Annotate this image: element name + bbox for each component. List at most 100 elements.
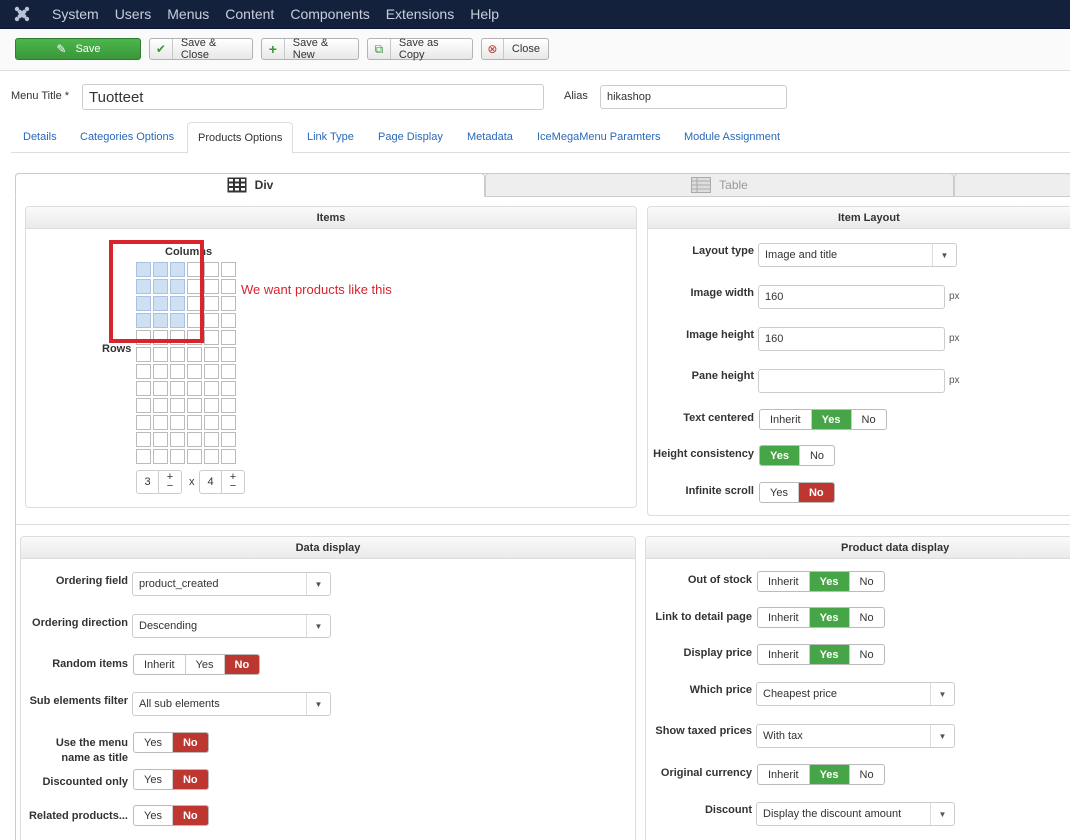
layout-tab-table[interactable]: Table <box>485 173 954 197</box>
grid-cell[interactable] <box>170 381 185 396</box>
grid-cell[interactable] <box>221 449 236 464</box>
tab-link-type[interactable]: Link Type <box>307 122 354 153</box>
show-taxed-select[interactable]: With tax ▼ <box>756 724 955 748</box>
tab-page-display[interactable]: Page Display <box>378 122 443 153</box>
tab-icemegamenu[interactable]: IceMegaMenu Paramters <box>537 122 661 153</box>
grid-cell[interactable] <box>204 296 219 311</box>
grid-cell[interactable] <box>153 432 168 447</box>
grid-cell[interactable] <box>187 347 202 362</box>
grid-cell[interactable] <box>221 262 236 277</box>
grid-cell[interactable] <box>153 415 168 430</box>
joomla-logo-icon[interactable] <box>0 0 44 29</box>
grid-cell[interactable] <box>204 330 219 345</box>
menu-title-input[interactable]: Tuotteet <box>82 84 544 110</box>
grid-cell[interactable] <box>136 415 151 430</box>
nav-extensions[interactable]: Extensions <box>378 0 462 29</box>
grid-cell[interactable] <box>221 313 236 328</box>
menu-name-toggle[interactable]: Yes No <box>133 732 209 753</box>
grid-cell[interactable] <box>221 279 236 294</box>
grid-cell[interactable] <box>136 364 151 379</box>
grid-cell[interactable] <box>204 415 219 430</box>
rows-stepper[interactable]: 4 + − <box>199 470 245 494</box>
which-price-select[interactable]: Cheapest price ▼ <box>756 682 955 706</box>
grid-cell[interactable] <box>204 398 219 413</box>
grid-cell[interactable] <box>170 364 185 379</box>
tab-products-options[interactable]: Products Options <box>187 122 294 154</box>
grid-cell[interactable] <box>204 381 219 396</box>
height-consistency-toggle[interactable]: Yes No <box>759 445 836 466</box>
nav-components[interactable]: Components <box>282 0 377 29</box>
grid-cell[interactable] <box>204 279 219 294</box>
save-copy-button[interactable]: ⧉ Save as Copy <box>367 37 473 61</box>
close-button[interactable]: ⊗ Close <box>481 38 549 60</box>
link-detail-toggle[interactable]: Inherit Yes No <box>757 607 885 628</box>
grid-cell[interactable] <box>204 262 219 277</box>
infinite-scroll-toggle[interactable]: Yes No <box>759 482 835 503</box>
nav-system[interactable]: System <box>44 0 107 29</box>
grid-cell[interactable] <box>221 381 236 396</box>
grid-cell[interactable] <box>136 347 151 362</box>
layout-tab-extra[interactable] <box>954 173 1070 197</box>
grid-cell[interactable] <box>187 432 202 447</box>
layout-tab-div[interactable]: Div <box>15 173 485 197</box>
ordering-field-select[interactable]: product_created ▼ <box>132 572 331 596</box>
grid-cell[interactable] <box>187 415 202 430</box>
out-of-stock-toggle[interactable]: Inherit Yes No <box>757 571 885 592</box>
grid-cell[interactable] <box>204 347 219 362</box>
image-height-input[interactable]: 160 <box>758 327 945 351</box>
related-products-toggle[interactable]: Yes No <box>133 805 209 826</box>
tab-categories-options[interactable]: Categories Options <box>80 122 174 153</box>
grid-cell[interactable] <box>170 415 185 430</box>
display-price-toggle[interactable]: Inherit Yes No <box>757 644 885 665</box>
plus-minus-icon[interactable]: + − <box>222 471 244 493</box>
grid-cell[interactable] <box>170 449 185 464</box>
layout-type-select[interactable]: Image and title ▼ <box>758 243 957 267</box>
grid-cell[interactable] <box>221 296 236 311</box>
tab-details[interactable]: Details <box>23 122 57 153</box>
grid-cell[interactable] <box>204 449 219 464</box>
grid-cell[interactable] <box>187 364 202 379</box>
grid-cell[interactable] <box>136 398 151 413</box>
random-items-toggle[interactable]: Inherit Yes No <box>133 654 261 675</box>
grid-cell[interactable] <box>153 347 168 362</box>
grid-cell[interactable] <box>136 432 151 447</box>
grid-cell[interactable] <box>221 415 236 430</box>
pane-height-input[interactable] <box>758 369 945 393</box>
image-width-input[interactable]: 160 <box>758 285 945 309</box>
grid-cell[interactable] <box>187 381 202 396</box>
grid-cell[interactable] <box>221 432 236 447</box>
alias-input[interactable]: hikashop <box>600 85 787 109</box>
grid-cell[interactable] <box>153 398 168 413</box>
discounted-only-toggle[interactable]: Yes No <box>133 769 209 790</box>
columns-stepper[interactable]: 3 + − <box>136 470 182 494</box>
grid-cell[interactable] <box>204 313 219 328</box>
save-button[interactable]: ✎ Save <box>15 38 141 60</box>
grid-cell[interactable] <box>136 449 151 464</box>
grid-cell[interactable] <box>221 398 236 413</box>
grid-cell[interactable] <box>153 364 168 379</box>
tab-metadata[interactable]: Metadata <box>467 122 513 153</box>
grid-cell[interactable] <box>153 381 168 396</box>
nav-menus[interactable]: Menus <box>159 0 217 29</box>
grid-cell[interactable] <box>204 364 219 379</box>
save-close-button[interactable]: ✔ Save & Close <box>149 37 253 61</box>
sub-elements-select[interactable]: All sub elements ▼ <box>132 692 331 716</box>
grid-cell[interactable] <box>170 432 185 447</box>
grid-cell[interactable] <box>136 381 151 396</box>
grid-cell[interactable] <box>187 398 202 413</box>
grid-cell[interactable] <box>221 330 236 345</box>
original-currency-toggle[interactable]: Inherit Yes No <box>757 764 885 785</box>
discount-select[interactable]: Display the discount amount ▼ <box>756 802 955 826</box>
grid-cell[interactable] <box>221 347 236 362</box>
plus-minus-icon[interactable]: + − <box>159 471 181 493</box>
nav-content[interactable]: Content <box>217 0 282 29</box>
grid-cell[interactable] <box>170 347 185 362</box>
grid-cell[interactable] <box>153 449 168 464</box>
tab-module-assignment[interactable]: Module Assignment <box>684 122 780 153</box>
ordering-direction-select[interactable]: Descending ▼ <box>132 614 331 638</box>
grid-cell[interactable] <box>204 432 219 447</box>
nav-help[interactable]: Help <box>462 0 507 29</box>
nav-users[interactable]: Users <box>107 0 160 29</box>
grid-cell[interactable] <box>187 449 202 464</box>
grid-cell[interactable] <box>221 364 236 379</box>
